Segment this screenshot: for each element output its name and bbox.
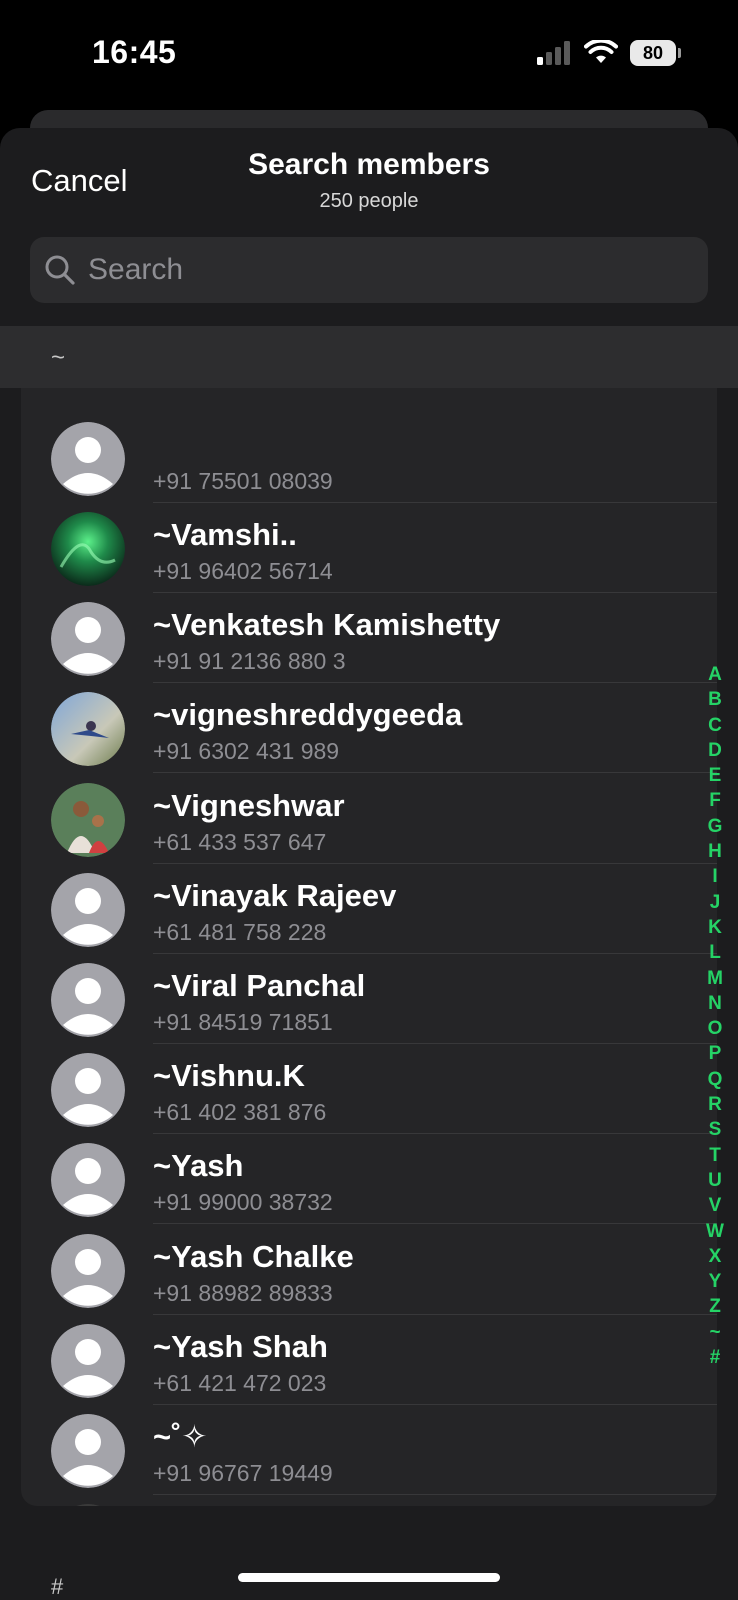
avatar — [51, 1233, 125, 1308]
avatar — [51, 963, 125, 1037]
search-icon — [45, 255, 75, 285]
member-phone: +91 6302 431 989 — [153, 738, 340, 765]
member-name: ~vigneshreddygeeda — [153, 697, 463, 733]
avatar — [51, 421, 125, 496]
index-letter[interactable]: P — [709, 1041, 722, 1066]
avatar — [51, 872, 125, 947]
index-letter[interactable]: X — [709, 1244, 722, 1269]
avatar — [51, 512, 125, 586]
index-letter[interactable]: Z — [709, 1294, 721, 1319]
page-title: Search members — [248, 148, 490, 181]
index-letter[interactable]: W — [706, 1219, 724, 1244]
index-letter[interactable]: # — [710, 1345, 721, 1370]
index-letter[interactable]: U — [708, 1168, 722, 1193]
avatar — [51, 782, 125, 857]
member-phone: +61 421 472 023 — [153, 1369, 327, 1396]
index-letter[interactable]: S — [709, 1117, 722, 1142]
section-header-tilde: ~ — [0, 326, 738, 388]
member-row[interactable]: ~˚✧ +91 96767 19449 — [21, 1405, 717, 1495]
section-header-label: ~ — [51, 344, 66, 371]
member-name: ~Yash Chalke — [153, 1238, 354, 1274]
status-bar: 16:45 80 — [0, 0, 738, 110]
member-row[interactable]: ~Yash Shah +61 421 472 023 — [21, 1315, 717, 1405]
member-phone: +91 96402 56714 — [153, 558, 333, 584]
cellular-signal-icon — [537, 41, 570, 65]
index-letter[interactable]: V — [709, 1193, 722, 1218]
avatar — [51, 602, 125, 677]
member-name: ~Vigneshwar — [153, 787, 345, 823]
member-row[interactable]: ~Матеш Agúero+91 97504 41115 — [21, 1495, 717, 1506]
search-bar[interactable] — [30, 237, 708, 303]
member-phone: +91 84519 71851 — [153, 1009, 333, 1035]
member-name: ~Vishnu.K — [153, 1058, 305, 1094]
search-input[interactable] — [88, 237, 688, 303]
index-letter[interactable]: E — [709, 763, 722, 788]
avatar — [51, 1053, 125, 1128]
member-phone: +91 99000 38732 — [153, 1189, 333, 1216]
index-letter[interactable]: O — [708, 1016, 723, 1041]
status-icons: 80 — [536, 40, 681, 66]
index-letter[interactable]: K — [708, 915, 722, 940]
index-letter[interactable]: ~ — [709, 1320, 720, 1345]
avatar — [51, 692, 125, 767]
index-letter[interactable]: M — [707, 966, 723, 991]
member-row[interactable]: ~vigneshreddygeeda +91 6302 431 989 — [21, 683, 717, 774]
index-letter[interactable]: I — [712, 864, 717, 889]
search-members-sheet: Cancel Search members 250 people +91 755… — [0, 128, 738, 1600]
avatar — [51, 1504, 125, 1506]
index-letter[interactable]: C — [708, 713, 722, 738]
index-letter[interactable]: Q — [708, 1067, 723, 1092]
index-letter[interactable]: J — [710, 890, 721, 915]
index-letter[interactable]: H — [708, 839, 722, 864]
index-letter[interactable]: R — [708, 1092, 722, 1117]
home-indicator[interactable] — [238, 1573, 500, 1582]
member-phone: +61 402 381 876 — [153, 1099, 327, 1126]
index-letter[interactable]: A — [708, 662, 722, 687]
member-row[interactable]: ~Yash +91 99000 38732 — [21, 1134, 717, 1225]
member-name: ~Vamshi.. — [153, 517, 297, 552]
member-phone: +91 96767 19449 — [153, 1460, 333, 1486]
index-letter[interactable]: N — [708, 991, 722, 1016]
index-letter[interactable]: F — [709, 788, 721, 813]
alphabet-index[interactable]: A B C D E F G H I J K L M N O P Q R S T U V W X Y Z ~ # — [700, 662, 730, 1370]
member-phone: +91 88982 89833 — [153, 1279, 333, 1306]
member-row[interactable]: ~Vishnu.K +61 402 381 876 — [21, 1044, 717, 1135]
index-letter[interactable]: L — [709, 940, 721, 965]
battery-icon: 80 — [630, 40, 681, 66]
member-phone: +61 433 537 647 — [153, 828, 327, 855]
member-count: 250 people — [319, 190, 419, 212]
member-name: ~Vinayak Rajeev — [153, 877, 397, 913]
status-time: 16:45 — [92, 34, 177, 70]
index-letter[interactable]: B — [708, 687, 722, 712]
wifi-icon — [584, 40, 618, 63]
member-phone: +91 91 2136 880 3 — [153, 648, 346, 675]
member-phone: +91 75501 08039 — [153, 467, 333, 494]
member-phone: +61 481 758 228 — [153, 918, 327, 945]
avatar — [51, 1143, 125, 1218]
index-letter[interactable]: Y — [709, 1269, 722, 1294]
member-row[interactable]: ~Vigneshwar +61 433 537 647 — [21, 774, 717, 864]
index-letter[interactable]: T — [709, 1143, 721, 1168]
member-row[interactable]: ~Viral Panchal +91 84519 71851 — [21, 954, 717, 1044]
member-row[interactable]: ~Venkatesh Kamishetty +91 91 2136 880 3 — [21, 593, 717, 684]
member-name: ~Yash Shah — [153, 1328, 328, 1364]
member-row[interactable]: ~Vinayak Rajeev +61 481 758 228 — [21, 864, 717, 954]
member-row[interactable]: ~Yash Chalke +91 88982 89833 — [21, 1225, 717, 1315]
member-row[interactable]: ~Vamshi.. +91 96402 56714 — [21, 503, 717, 593]
index-letter[interactable]: G — [708, 814, 723, 839]
index-letter[interactable]: D — [708, 738, 722, 763]
next-section-header: # — [51, 1574, 64, 1599]
avatar — [51, 1414, 125, 1488]
member-list: +91 75501 08039 ~Vamshi.. +91 96402 56714 ~… — [21, 368, 717, 1506]
avatar — [51, 1323, 125, 1398]
member-name: ~Yash — [153, 1148, 244, 1184]
member-name: ~˚✧ — [153, 1419, 208, 1454]
member-name: ~Venkatesh Kamishetty — [153, 607, 501, 643]
member-name: ~Viral Panchal — [153, 968, 366, 1003]
member-row[interactable]: +91 75501 08039 — [21, 413, 717, 503]
